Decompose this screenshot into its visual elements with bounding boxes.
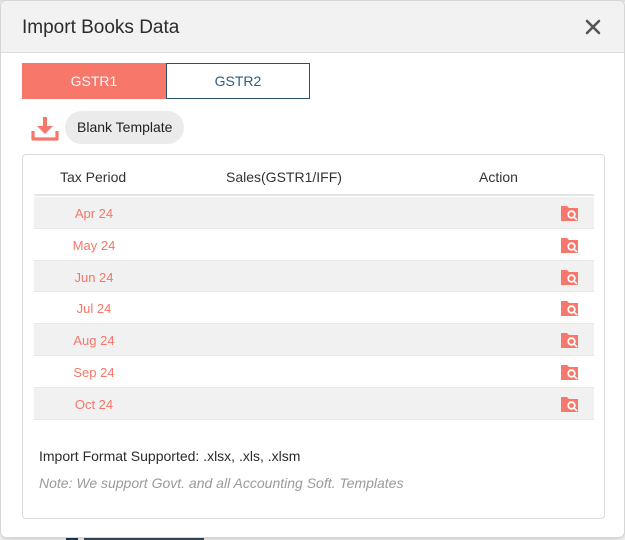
upload-file-icon[interactable] — [560, 268, 579, 286]
table-row: Jul 24 — [34, 292, 594, 325]
table-row: Apr 24 — [34, 197, 594, 229]
table-row: Sep 24 — [34, 356, 594, 388]
column-header-sales: Sales(GSTR1/IFF) — [226, 169, 342, 185]
upload-file-icon[interactable] — [560, 331, 579, 349]
table-row: Jun 24 — [34, 260, 594, 293]
period-rows: Apr 24 May 24 Jun 24 Jul 24 Aug 24 Sep 2… — [34, 197, 594, 420]
table-row: Oct 24 — [34, 387, 594, 420]
tax-period-cell: Jul 24 — [76, 301, 112, 317]
templates-note: Note: We support Govt. and all Accountin… — [39, 475, 404, 491]
import-books-dialog: Import Books Data GSTR1 GSTR2 Blank Temp… — [0, 0, 625, 538]
return-type-tabs: GSTR1 GSTR2 — [22, 63, 310, 99]
tax-period-cell: Jun 24 — [74, 269, 114, 285]
tax-period-cell: Apr 24 — [74, 206, 114, 221]
table-header: Tax Period Sales(GSTR1/IFF) Action — [34, 155, 594, 196]
dialog-header: Import Books Data — [1, 1, 624, 53]
blank-template-button[interactable]: Blank Template — [65, 111, 185, 144]
upload-file-icon[interactable] — [560, 236, 579, 254]
upload-file-icon[interactable] — [560, 363, 579, 381]
tax-period-cell: Aug 24 — [73, 333, 115, 349]
close-icon[interactable] — [582, 16, 604, 38]
tax-period-cell: Oct 24 — [74, 396, 114, 412]
tax-period-cell: Sep 24 — [73, 364, 115, 380]
import-panel: Tax Period Sales(GSTR1/IFF) Action Apr 2… — [22, 154, 605, 519]
tab-gstr2[interactable]: GSTR2 — [166, 63, 310, 99]
supported-formats-text: Import Format Supported: .xlsx, .xls, .x… — [39, 448, 301, 464]
column-header-tax-period: Tax Period — [60, 169, 127, 185]
tab-gstr1[interactable]: GSTR1 — [22, 63, 166, 99]
upload-file-icon[interactable] — [560, 204, 579, 222]
table-row: Aug 24 — [34, 324, 594, 356]
tax-period-cell: May 24 — [72, 237, 116, 253]
upload-file-icon[interactable] — [560, 299, 579, 317]
upload-file-icon[interactable] — [560, 395, 579, 413]
dialog-title: Import Books Data — [22, 17, 180, 38]
table-row: May 24 — [34, 229, 594, 261]
column-header-action: Action — [479, 169, 518, 185]
download-icon[interactable] — [31, 115, 59, 141]
